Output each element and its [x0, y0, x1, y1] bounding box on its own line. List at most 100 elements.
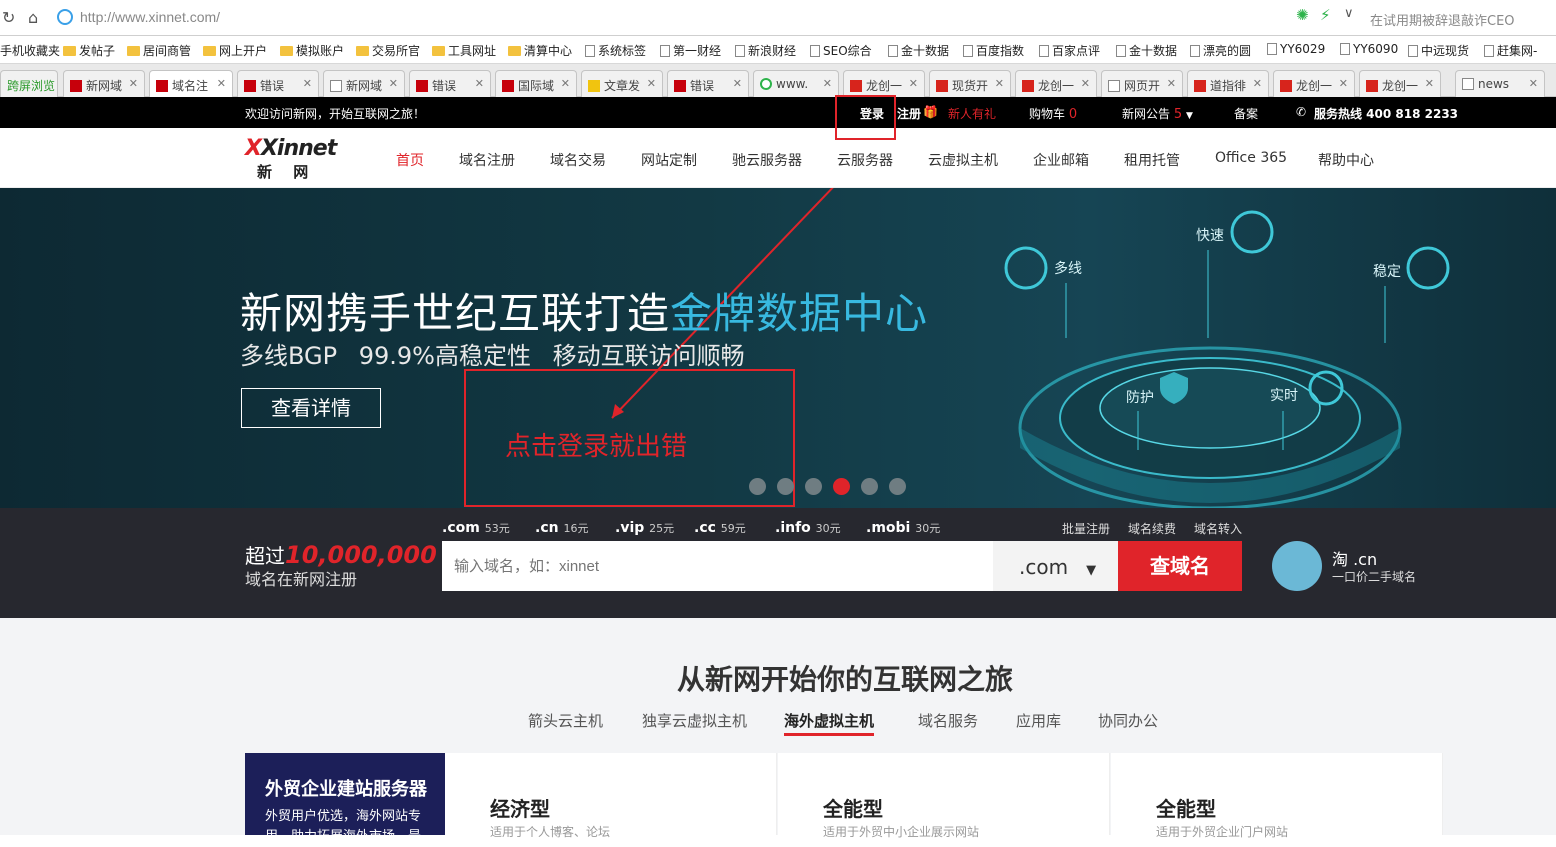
bookmark-item[interactable]: 金十数据: [1116, 42, 1177, 59]
bookmark-item[interactable]: 交易所官: [356, 42, 420, 59]
close-icon[interactable]: ✕: [647, 77, 656, 90]
bookmark-item[interactable]: 赶集网-: [1484, 42, 1537, 59]
close-icon[interactable]: ✕: [1529, 77, 1538, 90]
carousel-dot[interactable]: [777, 478, 794, 495]
tab[interactable]: 龙创一 ✕: [843, 70, 925, 97]
bookmark-item[interactable]: 系统标签: [585, 42, 646, 59]
feature-card[interactable]: 外贸企业建站服务器 外贸用户优选，海外网站专用，助力拓展海外市场，是: [245, 753, 445, 844]
new-user-gift-link[interactable]: 新人有礼: [948, 105, 996, 122]
tab[interactable]: 现货开 ✕: [929, 70, 1011, 97]
tab[interactable]: 跨屏浏览: [0, 70, 58, 97]
bookmark-item[interactable]: YY6090: [1340, 42, 1398, 56]
close-icon[interactable]: ✕: [303, 77, 312, 90]
register-link[interactable]: 注册: [897, 105, 921, 122]
url-field[interactable]: http://www.xinnet.com/: [80, 9, 220, 25]
tao-cn-title[interactable]: 淘 .cn: [1332, 546, 1377, 570]
bookmark-item[interactable]: 发帖子: [63, 42, 115, 59]
notice-link[interactable]: 新网公告 5 ▼: [1122, 105, 1193, 122]
close-icon[interactable]: ✕: [561, 77, 570, 90]
hero-banner[interactable]: 多线 快速 稳定 防护 实时 新网携手世纪互联打造金牌数据中心 多线BGP 99…: [0, 188, 1556, 508]
home-icon[interactable]: ⌂: [28, 8, 38, 27]
tab[interactable]: 错误 ✕: [409, 70, 491, 97]
bookmark-item[interactable]: SEO综合: [810, 42, 872, 59]
close-icon[interactable]: ✕: [1253, 77, 1262, 90]
tab[interactable]: 新网域 ✕: [63, 70, 145, 97]
nav-domain-trade[interactable]: 域名交易: [550, 150, 606, 170]
nav-enterprise-mail[interactable]: 企业邮箱: [1033, 150, 1089, 170]
carousel-dot[interactable]: [889, 478, 906, 495]
tab[interactable]: 文章发 ✕: [581, 70, 663, 97]
product-tab[interactable]: 箭头云主机: [528, 710, 603, 731]
tab[interactable]: 新网域 ✕: [323, 70, 405, 97]
tab[interactable]: 国际域 ✕: [495, 70, 577, 97]
product-card[interactable]: 全能型 适用于外贸企业门户网站: [1111, 753, 1443, 839]
product-tab[interactable]: 独享云虚拟主机: [642, 710, 747, 731]
nav-cloud-vhost[interactable]: 云虚拟主机: [928, 150, 998, 170]
nav-help-center[interactable]: 帮助中心: [1318, 150, 1374, 170]
domain-transfer-link[interactable]: 域名转入: [1194, 520, 1242, 537]
tab[interactable]: 道指徘 ✕: [1187, 70, 1269, 97]
bookmark-item[interactable]: 网上开户: [203, 42, 267, 59]
bookmark-item[interactable]: 居间商管: [127, 42, 191, 59]
tab[interactable]: 龙创一 ✕: [1273, 70, 1355, 97]
reload-icon[interactable]: ↻: [2, 8, 15, 27]
lightning-icon[interactable]: ⚡: [1320, 6, 1331, 24]
nav-hosting[interactable]: 租用托管: [1124, 150, 1180, 170]
bookmark-item[interactable]: 中远现货: [1408, 42, 1469, 59]
close-icon[interactable]: ✕: [475, 77, 484, 90]
close-icon[interactable]: ✕: [995, 77, 1004, 90]
ext-price[interactable]: .cn 16元: [535, 520, 588, 536]
product-tab[interactable]: 协同办公: [1098, 710, 1158, 731]
search-box[interactable]: 在试用期被辞退敲诈CEO: [1370, 10, 1515, 29]
view-details-button[interactable]: 查看详情: [241, 388, 381, 428]
close-icon[interactable]: ✕: [823, 77, 832, 90]
domain-renew-link[interactable]: 域名续费: [1128, 520, 1176, 537]
carousel-dot-active[interactable]: [833, 478, 850, 495]
close-icon[interactable]: ✕: [1339, 77, 1348, 90]
close-icon[interactable]: ✕: [1425, 77, 1434, 90]
ext-price[interactable]: .mobi 30元: [866, 520, 940, 536]
nav-home[interactable]: 首页: [396, 150, 424, 170]
bookmark-item[interactable]: 模拟账户: [280, 42, 344, 59]
bookmark-item[interactable]: 清算中心: [508, 42, 572, 59]
nav-chiyun-server[interactable]: 驰云服务器: [732, 150, 802, 170]
tab[interactable]: 网页开 ✕: [1101, 70, 1183, 97]
close-icon[interactable]: ✕: [217, 77, 226, 90]
bookmark-item[interactable]: 手机收藏夹: [0, 42, 60, 59]
tab[interactable]: 错误 ✕: [667, 70, 749, 97]
ext-price[interactable]: .vip 25元: [615, 520, 674, 536]
product-card[interactable]: 全能型 适用于外贸中小企业展示网站: [778, 753, 1110, 839]
nav-office365[interactable]: Office 365: [1215, 150, 1287, 166]
product-card[interactable]: 经济型 适用于个人博客、论坛: [445, 753, 777, 839]
search-domain-button[interactable]: 查域名: [1118, 541, 1242, 591]
bookmark-item[interactable]: 工具网址: [432, 42, 496, 59]
close-icon[interactable]: ✕: [1167, 77, 1176, 90]
ext-price[interactable]: .cc 59元: [694, 520, 746, 536]
product-tab[interactable]: 域名服务: [918, 710, 978, 731]
tab[interactable]: www. ✕: [753, 70, 839, 97]
nav-site-custom[interactable]: 网站定制: [641, 150, 697, 170]
nav-cloud-server[interactable]: 云服务器: [837, 150, 893, 170]
bookmark-item[interactable]: YY6029: [1267, 42, 1325, 56]
carousel-dot[interactable]: [861, 478, 878, 495]
tab-active[interactable]: 域名注 ✕: [149, 70, 233, 98]
product-tab[interactable]: 应用库: [1016, 710, 1061, 731]
tab[interactable]: 龙创一 ✕: [1359, 70, 1441, 97]
chevron-down-icon[interactable]: ∨: [1344, 6, 1354, 21]
tao-cn-icon[interactable]: [1272, 541, 1322, 591]
tab[interactable]: 错误 ✕: [237, 70, 319, 97]
close-icon[interactable]: ✕: [1081, 77, 1090, 90]
ext-price[interactable]: .info 30元: [775, 520, 841, 536]
nav-domain-register[interactable]: 域名注册: [459, 150, 515, 170]
close-icon[interactable]: ✕: [909, 77, 918, 90]
carousel-dot[interactable]: [749, 478, 766, 495]
carousel-dot[interactable]: [805, 478, 822, 495]
extension-select[interactable]: .com ▼: [993, 541, 1118, 591]
close-icon[interactable]: ✕: [129, 77, 138, 90]
ext-price[interactable]: .com 53元: [442, 520, 510, 536]
domain-search-input[interactable]: [442, 541, 993, 591]
close-icon[interactable]: ✕: [733, 77, 742, 90]
beian-link[interactable]: 备案: [1234, 105, 1258, 122]
bulk-register-link[interactable]: 批量注册: [1062, 520, 1110, 537]
bookmark-item[interactable]: 百度指数: [963, 42, 1024, 59]
